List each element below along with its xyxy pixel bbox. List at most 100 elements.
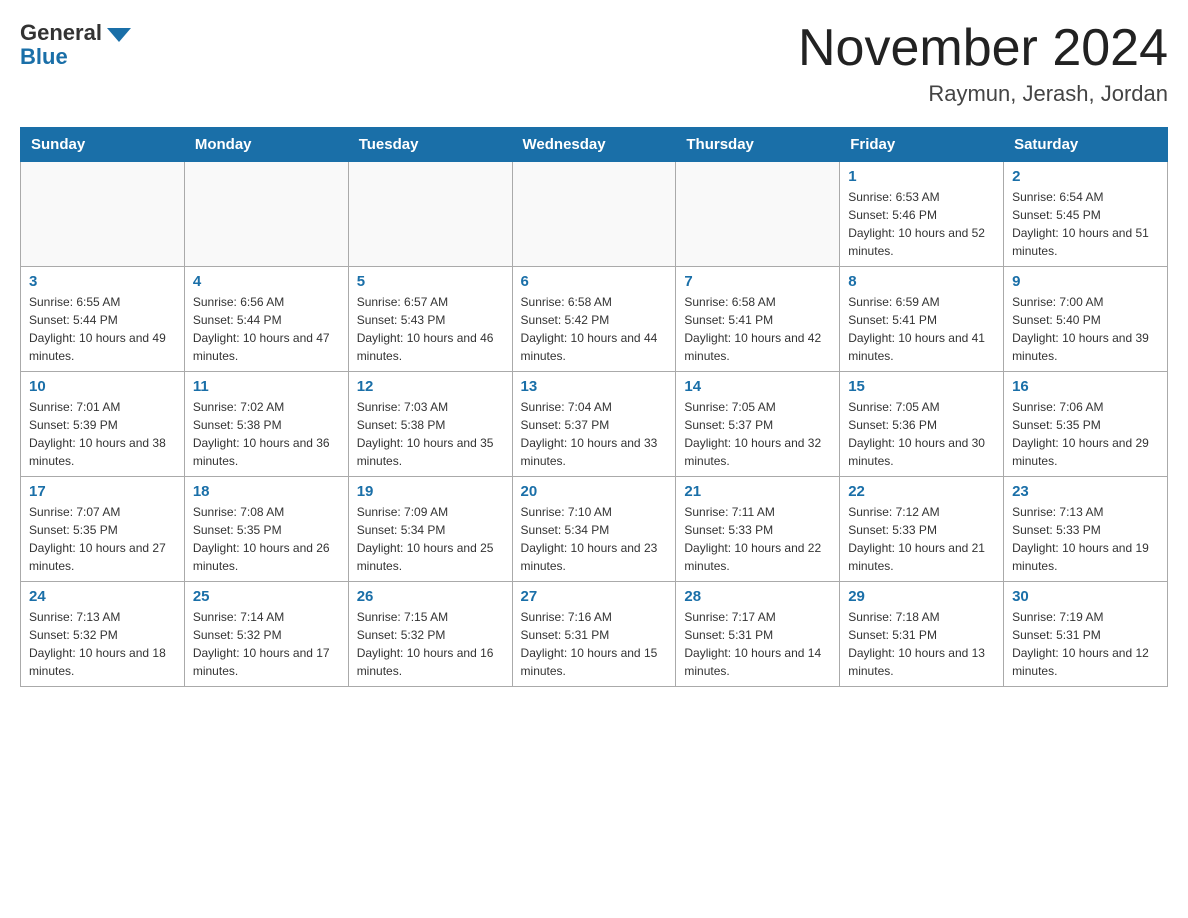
logo-blue-text: Blue bbox=[20, 44, 68, 70]
day-number: 3 bbox=[29, 273, 176, 290]
table-row: 11 Sunrise: 7:02 AMSunset: 5:38 PMDayligh… bbox=[184, 372, 348, 477]
day-number: 26 bbox=[357, 588, 504, 605]
day-number: 24 bbox=[29, 588, 176, 605]
page-header: General Blue November 2024 Raymun, Jeras… bbox=[20, 20, 1168, 107]
table-row: 19 Sunrise: 7:09 AMSunset: 5:34 PMDayligh… bbox=[348, 477, 512, 582]
day-number: 6 bbox=[521, 273, 668, 290]
table-row: 17Sunrise: 7:07 AMSunset: 5:35 PMDayligh… bbox=[21, 477, 185, 582]
table-row: 12Sunrise: 7:03 AMSunset: 5:38 PMDayligh… bbox=[348, 372, 512, 477]
day-number: 29 bbox=[848, 588, 995, 605]
table-row: 3Sunrise: 6:55 AMSunset: 5:44 PMDaylight… bbox=[21, 267, 185, 372]
calendar-subtitle: Raymun, Jerash, Jordan bbox=[798, 81, 1168, 107]
table-row: 26 Sunrise: 7:15 AMSunset: 5:32 PMDayligh… bbox=[348, 582, 512, 687]
calendar-title: November 2024 bbox=[798, 20, 1168, 77]
day-number: 1 bbox=[848, 168, 995, 185]
day-info: Sunrise: 7:14 AMSunset: 5:32 PMDaylight:… bbox=[193, 608, 340, 680]
day-info: Sunrise: 6:58 AMSunset: 5:42 PMDaylight:… bbox=[521, 293, 668, 365]
day-info: Sunrise: 7:04 AMSunset: 5:37 PMDaylight:… bbox=[521, 398, 668, 470]
table-row bbox=[512, 162, 676, 267]
header-saturday: Saturday bbox=[1004, 128, 1168, 162]
table-row: 14Sunrise: 7:05 AMSunset: 5:37 PMDayligh… bbox=[676, 372, 840, 477]
table-row: 7 Sunrise: 6:58 AMSunset: 5:41 PMDaylight… bbox=[676, 267, 840, 372]
day-number: 11 bbox=[193, 378, 340, 395]
day-number: 5 bbox=[357, 273, 504, 290]
day-info: Sunrise: 6:54 AMSunset: 5:45 PMDaylight:… bbox=[1012, 188, 1159, 260]
logo-general: General bbox=[20, 20, 131, 46]
header-tuesday: Tuesday bbox=[348, 128, 512, 162]
day-info: Sunrise: 7:01 AMSunset: 5:39 PMDaylight:… bbox=[29, 398, 176, 470]
table-row: 2 Sunrise: 6:54 AMSunset: 5:45 PMDaylight… bbox=[1004, 162, 1168, 267]
header-sunday: Sunday bbox=[21, 128, 185, 162]
calendar-week-row: 10 Sunrise: 7:01 AMSunset: 5:39 PMDayligh… bbox=[21, 372, 1168, 477]
day-number: 18 bbox=[193, 483, 340, 500]
calendar-week-row: 17Sunrise: 7:07 AMSunset: 5:35 PMDayligh… bbox=[21, 477, 1168, 582]
calendar-week-row: 24 Sunrise: 7:13 AMSunset: 5:32 PMDayligh… bbox=[21, 582, 1168, 687]
day-number: 10 bbox=[29, 378, 176, 395]
table-row: 8 Sunrise: 6:59 AMSunset: 5:41 PMDaylight… bbox=[840, 267, 1004, 372]
day-info: Sunrise: 7:13 AMSunset: 5:32 PMDaylight:… bbox=[29, 608, 176, 680]
day-number: 9 bbox=[1012, 273, 1159, 290]
logo-general-text: General bbox=[20, 20, 102, 46]
table-row: 30Sunrise: 7:19 AMSunset: 5:31 PMDayligh… bbox=[1004, 582, 1168, 687]
day-info: Sunrise: 7:16 AMSunset: 5:31 PMDaylight:… bbox=[521, 608, 668, 680]
table-row: 9 Sunrise: 7:00 AMSunset: 5:40 PMDaylight… bbox=[1004, 267, 1168, 372]
day-number: 23 bbox=[1012, 483, 1159, 500]
table-row: 15Sunrise: 7:05 AMSunset: 5:36 PMDayligh… bbox=[840, 372, 1004, 477]
day-info: Sunrise: 6:56 AMSunset: 5:44 PMDaylight:… bbox=[193, 293, 340, 365]
calendar-week-row: 3Sunrise: 6:55 AMSunset: 5:44 PMDaylight… bbox=[21, 267, 1168, 372]
day-info: Sunrise: 7:02 AMSunset: 5:38 PMDaylight:… bbox=[193, 398, 340, 470]
day-info: Sunrise: 7:10 AMSunset: 5:34 PMDaylight:… bbox=[521, 503, 668, 575]
table-row: 18 Sunrise: 7:08 AMSunset: 5:35 PMDayligh… bbox=[184, 477, 348, 582]
day-info: Sunrise: 6:59 AMSunset: 5:41 PMDaylight:… bbox=[848, 293, 995, 365]
day-info: Sunrise: 7:17 AMSunset: 5:31 PMDaylight:… bbox=[684, 608, 831, 680]
day-info: Sunrise: 7:06 AMSunset: 5:35 PMDaylight:… bbox=[1012, 398, 1159, 470]
header-thursday: Thursday bbox=[676, 128, 840, 162]
day-number: 14 bbox=[684, 378, 831, 395]
calendar-table: Sunday Monday Tuesday Wednesday Thursday… bbox=[20, 127, 1168, 687]
table-row: 5 Sunrise: 6:57 AMSunset: 5:43 PMDaylight… bbox=[348, 267, 512, 372]
day-number: 25 bbox=[193, 588, 340, 605]
day-info: Sunrise: 6:58 AMSunset: 5:41 PMDaylight:… bbox=[684, 293, 831, 365]
day-number: 15 bbox=[848, 378, 995, 395]
day-number: 27 bbox=[521, 588, 668, 605]
table-row bbox=[184, 162, 348, 267]
day-info: Sunrise: 7:12 AMSunset: 5:33 PMDaylight:… bbox=[848, 503, 995, 575]
day-info: Sunrise: 7:00 AMSunset: 5:40 PMDaylight:… bbox=[1012, 293, 1159, 365]
day-info: Sunrise: 7:09 AMSunset: 5:34 PMDaylight:… bbox=[357, 503, 504, 575]
day-number: 22 bbox=[848, 483, 995, 500]
header-friday: Friday bbox=[840, 128, 1004, 162]
day-number: 21 bbox=[684, 483, 831, 500]
day-info: Sunrise: 7:15 AMSunset: 5:32 PMDaylight:… bbox=[357, 608, 504, 680]
logo-arrow-icon bbox=[107, 28, 131, 42]
day-info: Sunrise: 7:08 AMSunset: 5:35 PMDaylight:… bbox=[193, 503, 340, 575]
table-row: 21 Sunrise: 7:11 AMSunset: 5:33 PMDayligh… bbox=[676, 477, 840, 582]
table-row: 4Sunrise: 6:56 AMSunset: 5:44 PMDaylight… bbox=[184, 267, 348, 372]
table-row: 13 Sunrise: 7:04 AMSunset: 5:37 PMDayligh… bbox=[512, 372, 676, 477]
day-number: 28 bbox=[684, 588, 831, 605]
calendar-week-row: 1 Sunrise: 6:53 AMSunset: 5:46 PMDaylight… bbox=[21, 162, 1168, 267]
day-number: 16 bbox=[1012, 378, 1159, 395]
day-info: Sunrise: 7:11 AMSunset: 5:33 PMDaylight:… bbox=[684, 503, 831, 575]
header-wednesday: Wednesday bbox=[512, 128, 676, 162]
table-row bbox=[676, 162, 840, 267]
table-row: 27 Sunrise: 7:16 AMSunset: 5:31 PMDayligh… bbox=[512, 582, 676, 687]
day-number: 2 bbox=[1012, 168, 1159, 185]
header-monday: Monday bbox=[184, 128, 348, 162]
calendar-header-row: Sunday Monday Tuesday Wednesday Thursday… bbox=[21, 128, 1168, 162]
table-row bbox=[21, 162, 185, 267]
table-row: 6 Sunrise: 6:58 AMSunset: 5:42 PMDaylight… bbox=[512, 267, 676, 372]
day-info: Sunrise: 7:07 AMSunset: 5:35 PMDaylight:… bbox=[29, 503, 176, 575]
day-number: 7 bbox=[684, 273, 831, 290]
day-number: 19 bbox=[357, 483, 504, 500]
table-row: 10 Sunrise: 7:01 AMSunset: 5:39 PMDayligh… bbox=[21, 372, 185, 477]
day-number: 20 bbox=[521, 483, 668, 500]
table-row: 24 Sunrise: 7:13 AMSunset: 5:32 PMDayligh… bbox=[21, 582, 185, 687]
table-row: 23Sunrise: 7:13 AMSunset: 5:33 PMDayligh… bbox=[1004, 477, 1168, 582]
day-number: 8 bbox=[848, 273, 995, 290]
day-info: Sunrise: 6:53 AMSunset: 5:46 PMDaylight:… bbox=[848, 188, 995, 260]
table-row: 1 Sunrise: 6:53 AMSunset: 5:46 PMDaylight… bbox=[840, 162, 1004, 267]
day-info: Sunrise: 6:57 AMSunset: 5:43 PMDaylight:… bbox=[357, 293, 504, 365]
table-row: 28 Sunrise: 7:17 AMSunset: 5:31 PMDayligh… bbox=[676, 582, 840, 687]
day-number: 13 bbox=[521, 378, 668, 395]
day-info: Sunrise: 7:18 AMSunset: 5:31 PMDaylight:… bbox=[848, 608, 995, 680]
